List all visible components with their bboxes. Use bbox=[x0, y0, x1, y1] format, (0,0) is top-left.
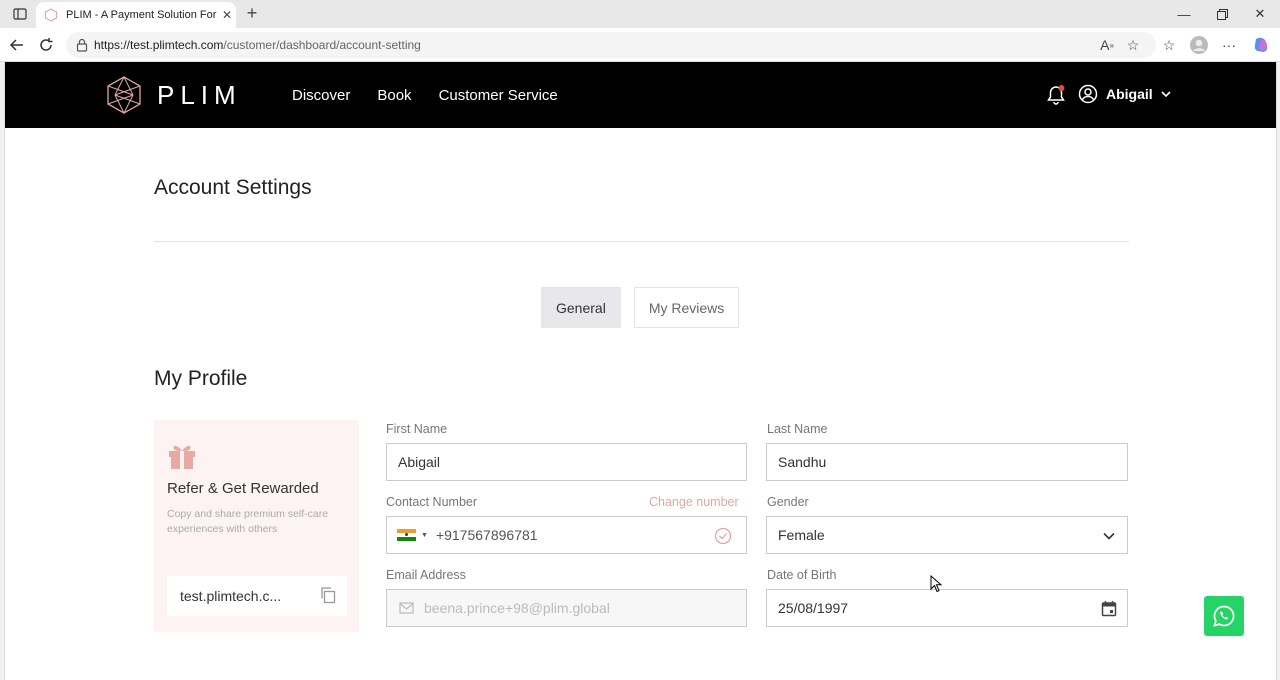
gift-icon bbox=[169, 445, 195, 469]
tab-general[interactable]: General bbox=[541, 287, 621, 328]
email-input: beena.prince+98@plim.global bbox=[386, 589, 747, 627]
main-nav: Discover Book Customer Service bbox=[292, 62, 585, 128]
gender-select[interactable]: Female bbox=[766, 516, 1128, 554]
refer-description: Copy and share premium self-care experie… bbox=[167, 508, 329, 535]
user-avatar-icon bbox=[1078, 84, 1098, 104]
whatsapp-icon bbox=[1213, 605, 1235, 627]
lock-icon bbox=[76, 38, 88, 52]
india-flag-icon[interactable] bbox=[397, 528, 416, 542]
last-name-label: Last Name bbox=[767, 422, 828, 436]
top-navigation: PLIM Discover Book Customer Service Abig… bbox=[5, 62, 1276, 128]
contact-number-label: Contact Number bbox=[386, 495, 478, 509]
reload-icon[interactable] bbox=[35, 34, 57, 56]
nav-book[interactable]: Book bbox=[377, 87, 411, 104]
contact-number-input[interactable]: ▼ +917567896781 bbox=[386, 516, 747, 554]
plim-logo[interactable]: PLIM bbox=[105, 76, 242, 114]
divider bbox=[154, 241, 1129, 242]
close-window-icon[interactable]: ✕ bbox=[1240, 0, 1280, 28]
url-host: https://test.plimtech.com bbox=[94, 38, 224, 52]
url-input[interactable]: https://test.plimtech.com/customer/dashb… bbox=[66, 32, 1156, 58]
page-title: Account Settings bbox=[154, 176, 312, 199]
contact-number-value: +917567896781 bbox=[435, 527, 538, 543]
last-name-value: Sandhu bbox=[778, 454, 827, 470]
notification-bell-icon[interactable] bbox=[1046, 84, 1066, 111]
email-label: Email Address bbox=[386, 568, 466, 582]
read-aloud-icon[interactable]: A» bbox=[1096, 34, 1118, 56]
dob-value: 25/08/1997 bbox=[778, 600, 849, 616]
web-page: PLIM Discover Book Customer Service Abig… bbox=[4, 62, 1277, 680]
nav-discover[interactable]: Discover bbox=[292, 87, 350, 104]
chevron-down-icon bbox=[1161, 91, 1171, 97]
first-name-input[interactable]: Abigail bbox=[386, 443, 747, 481]
plim-favicon-icon bbox=[44, 8, 58, 22]
dob-input[interactable]: 25/08/1997 bbox=[766, 589, 1128, 627]
gender-value: Female bbox=[778, 527, 825, 543]
user-name: Abigail bbox=[1106, 86, 1153, 102]
verified-check-icon bbox=[714, 527, 732, 545]
section-title: My Profile bbox=[154, 367, 248, 390]
whatsapp-button[interactable] bbox=[1204, 596, 1244, 636]
copy-icon[interactable] bbox=[319, 586, 337, 604]
referral-link-text: test.plimtech.c... bbox=[180, 588, 282, 604]
last-name-input[interactable]: Sandhu bbox=[766, 443, 1128, 481]
first-name-label: First Name bbox=[386, 422, 448, 436]
first-name-value: Abigail bbox=[398, 454, 441, 470]
user-menu[interactable]: Abigail bbox=[1078, 84, 1171, 104]
gender-label: Gender bbox=[767, 495, 809, 509]
back-icon[interactable] bbox=[6, 34, 28, 56]
change-number-link[interactable]: Change number bbox=[649, 495, 739, 509]
copilot-icon[interactable] bbox=[1250, 34, 1272, 56]
country-dropdown-caret-icon: ▼ bbox=[421, 531, 428, 539]
browser-tab[interactable]: PLIM - A Payment Solution For Th ✕ bbox=[36, 2, 236, 28]
calendar-icon[interactable] bbox=[1101, 600, 1117, 617]
refer-card: Refer & Get Rewarded Copy and share prem… bbox=[154, 420, 359, 632]
tab-actions-icon[interactable] bbox=[0, 0, 40, 28]
tab-my-reviews[interactable]: My Reviews bbox=[633, 287, 740, 328]
refer-title: Refer & Get Rewarded bbox=[167, 480, 319, 497]
chevron-down-icon bbox=[1103, 532, 1115, 540]
url-path: /customer/dashboard/account-setting bbox=[223, 38, 421, 52]
nav-customer-service[interactable]: Customer Service bbox=[439, 87, 558, 104]
dob-label: Date of Birth bbox=[767, 568, 837, 582]
browser-address-bar: https://test.plimtech.com/customer/dashb… bbox=[0, 28, 1280, 62]
favorite-star-icon[interactable]: ☆ bbox=[1122, 34, 1144, 56]
settings-tabs: General My Reviews bbox=[541, 287, 752, 328]
logo-text: PLIM bbox=[157, 79, 242, 110]
browser-tab-bar: PLIM - A Payment Solution For Th ✕ + — ✕ bbox=[0, 0, 1280, 28]
favorites-icon[interactable]: ☆ bbox=[1158, 34, 1180, 56]
mail-icon bbox=[399, 602, 414, 614]
referral-link[interactable]: test.plimtech.c... bbox=[167, 576, 347, 616]
email-value: beena.prince+98@plim.global bbox=[424, 600, 610, 616]
tab-title: PLIM - A Payment Solution For Th bbox=[66, 9, 218, 21]
plim-logo-icon bbox=[107, 76, 141, 114]
tab-close-icon[interactable]: ✕ bbox=[218, 8, 236, 22]
minimize-icon[interactable]: — bbox=[1164, 0, 1204, 28]
mouse-cursor-icon bbox=[930, 575, 942, 593]
profile-icon[interactable] bbox=[1188, 34, 1210, 56]
more-menu-icon[interactable]: ··· bbox=[1218, 34, 1240, 56]
new-tab-icon[interactable]: + bbox=[242, 3, 262, 23]
restore-icon[interactable] bbox=[1202, 0, 1242, 28]
